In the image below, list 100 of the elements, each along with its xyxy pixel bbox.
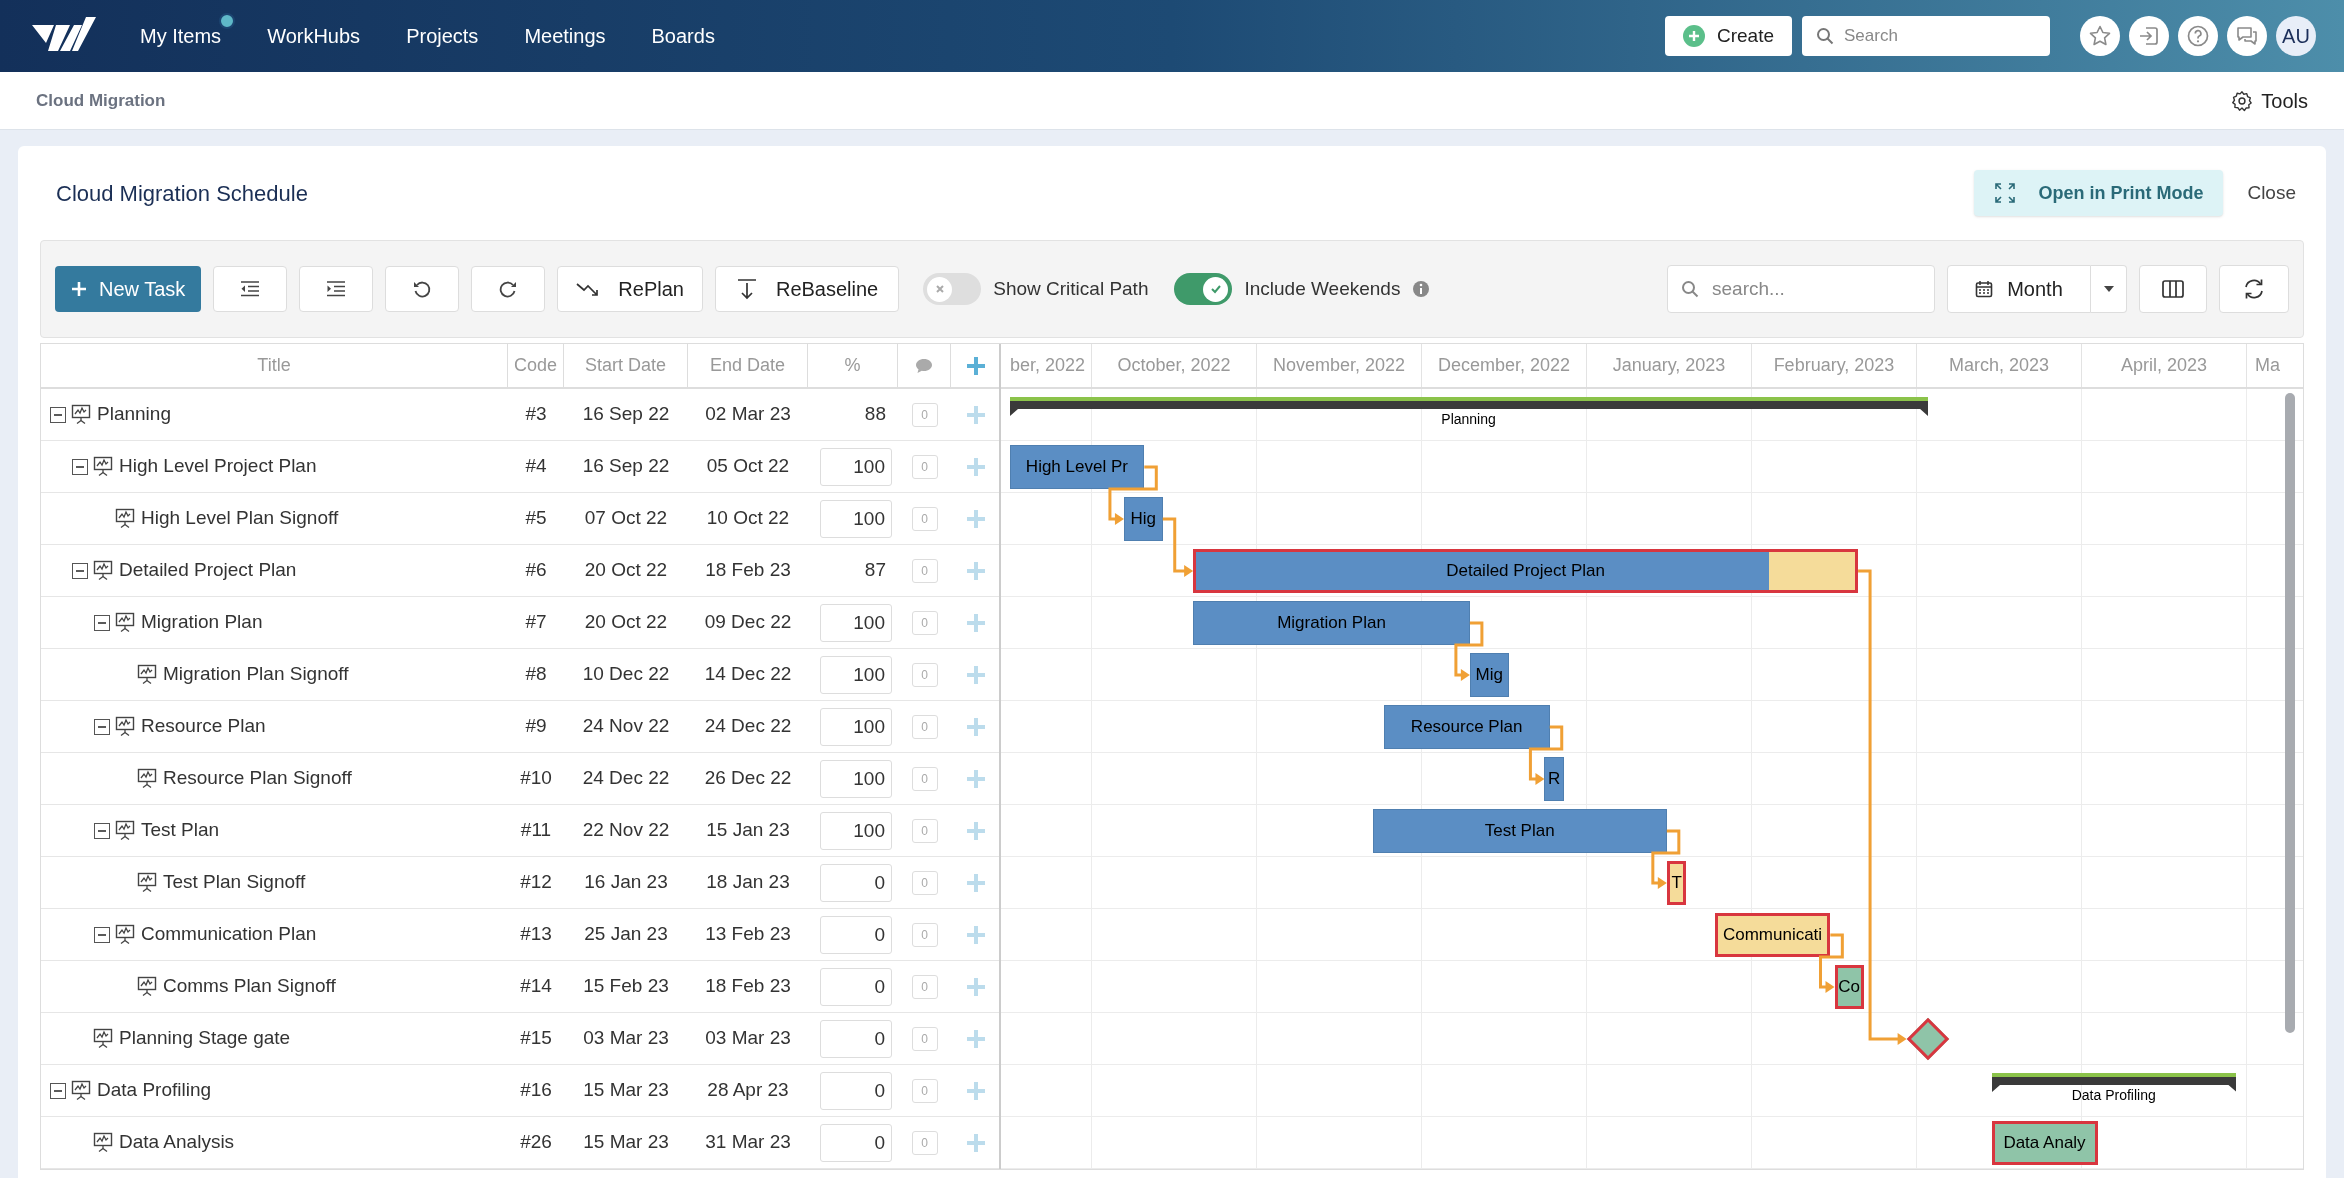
percent-field[interactable]: 100 [820, 759, 892, 798]
percent-field[interactable]: 100 [820, 655, 892, 694]
refresh-icon [2242, 278, 2266, 300]
task-title[interactable]: Data Analysis [119, 1128, 235, 1157]
print-mode-button[interactable]: Open in Print Mode [1974, 170, 2224, 216]
help-icon[interactable] [2178, 16, 2218, 56]
search-field[interactable]: search... [1667, 265, 1935, 313]
task-bar[interactable]: T [1666, 861, 1687, 905]
percent-field[interactable]: 100 [820, 603, 892, 642]
toggle-switch[interactable] [923, 273, 982, 305]
indent-button[interactable] [299, 266, 374, 312]
check-icon [1209, 283, 1222, 295]
percent-field[interactable]: 100 [820, 811, 892, 850]
task-bar[interactable]: Data Analy [1991, 1121, 2098, 1165]
task-bar[interactable]: Co [1834, 965, 1864, 1009]
task-title[interactable]: High Level Project Plan [119, 452, 317, 481]
nav-link[interactable]: Projects [406, 25, 479, 47]
rebaseline-button[interactable]: ReBaseline [714, 266, 900, 312]
task-bar[interactable]: Mig [1469, 653, 1509, 697]
percent-field[interactable]: 100 [820, 707, 892, 746]
breadcrumb-text[interactable]: Cloud Migration [36, 87, 166, 114]
collapse-icon[interactable] [50, 1082, 66, 1099]
bar-label: T [1671, 872, 1682, 895]
undo-button[interactable] [385, 266, 460, 312]
collapse-icon[interactable] [72, 562, 88, 579]
toggle-switch[interactable] [1174, 273, 1233, 305]
redo-button[interactable] [471, 266, 546, 312]
task-title[interactable]: Communication Plan [141, 920, 317, 949]
nav-link[interactable]: My Items [140, 25, 222, 47]
summary-label: Planning [1441, 410, 1496, 429]
task-title[interactable]: Planning Stage gate [119, 1024, 291, 1053]
collapse-icon[interactable] [94, 926, 110, 943]
user-avatar[interactable]: AU [2276, 16, 2316, 56]
add-icon[interactable] [965, 354, 987, 377]
task-title[interactable]: Test Plan [141, 816, 220, 845]
collapse-icon[interactable] [94, 718, 110, 735]
task-title[interactable]: Resource Plan [141, 712, 266, 741]
bar-label: Co [1838, 976, 1860, 999]
nav-link[interactable]: WorkHubs [267, 25, 361, 47]
task-title[interactable]: Detailed Project Plan [119, 556, 297, 585]
search-field[interactable]: Search [1802, 16, 2050, 56]
collapse-icon[interactable] [50, 406, 66, 423]
task-bar[interactable]: Hig [1123, 497, 1163, 541]
percent-field[interactable]: 0 [820, 915, 892, 954]
tools-button[interactable]: Tools [2231, 85, 2308, 116]
comment-icon [915, 357, 933, 374]
refresh-button[interactable] [2219, 265, 2289, 313]
task-bar[interactable]: Detailed Project Plan [1193, 549, 1859, 593]
end-date: 09 Dec 22 [704, 610, 792, 635]
sign-in-icon[interactable] [2129, 16, 2169, 56]
outdent-button[interactable] [213, 266, 288, 312]
collapse-icon[interactable] [94, 614, 110, 631]
info-icon[interactable] [1412, 280, 1431, 298]
nav-link[interactable]: Boards [651, 25, 715, 47]
collapse-icon[interactable] [94, 822, 110, 839]
task-title[interactable]: Data Profiling [97, 1076, 212, 1105]
percent-field[interactable]: 0 [820, 1071, 892, 1110]
percent-field[interactable]: 100 [820, 447, 892, 486]
percent-field[interactable]: 0 [820, 863, 892, 902]
collapse-icon[interactable] [72, 458, 88, 475]
start-date: 16 Sep 22 [582, 454, 670, 479]
task-bar[interactable]: High Level Pr [1009, 445, 1145, 489]
task-bar[interactable]: Test Plan [1372, 809, 1667, 853]
task-code: #3 [525, 402, 547, 427]
task-title[interactable]: High Level Plan Signoff [141, 504, 339, 533]
task-title[interactable]: Planning [97, 400, 171, 429]
start-date: 10 Dec 22 [582, 662, 670, 687]
task-chart-icon [115, 508, 135, 529]
start-date: 03 Mar 23 [583, 1026, 669, 1051]
task-bar[interactable]: Communicati [1714, 913, 1831, 957]
close-button[interactable]: Close [2247, 178, 2296, 208]
percent-field[interactable]: 0 [820, 967, 892, 1006]
percent-field[interactable]: 0 [820, 1019, 892, 1058]
nav-link[interactable]: Meetings [524, 25, 606, 47]
create-button[interactable]: Create [1664, 16, 1792, 56]
task-chart-icon [115, 924, 135, 945]
search-icon [1816, 27, 1834, 45]
percent-value: 87 [864, 558, 887, 583]
end-date: 18 Jan 23 [706, 870, 790, 895]
percent-field[interactable]: 100 [820, 499, 892, 538]
plus-icon [71, 281, 87, 297]
end-date: 24 Dec 22 [704, 714, 792, 739]
end-date: 13 Feb 23 [705, 922, 791, 947]
task-title[interactable]: Resource Plan Signoff [163, 764, 352, 793]
toggle-label: Show Critical Path [993, 276, 1149, 301]
scrollbar-thumb[interactable] [2285, 393, 2295, 1033]
task-title[interactable]: Migration Plan Signoff [163, 660, 349, 689]
replan-button[interactable]: RePlan [557, 266, 703, 312]
month-label: November, 2022 [1272, 354, 1406, 377]
task-bar[interactable]: Migration Plan [1193, 601, 1470, 645]
view-select[interactable]: Month [1947, 265, 2091, 313]
task-title[interactable]: Comms Plan Signoff [163, 972, 336, 1001]
task-title[interactable]: Test Plan Signoff [163, 868, 306, 897]
percent-field[interactable]: 0 [820, 1123, 892, 1162]
chat-icon[interactable] [2227, 16, 2267, 56]
task-bar[interactable]: Resource Plan [1383, 705, 1550, 749]
task-bar[interactable]: R [1544, 757, 1564, 801]
task-title[interactable]: Migration Plan [141, 608, 263, 637]
new-task-button[interactable]: New Task [55, 266, 202, 312]
columns-button[interactable] [2139, 265, 2207, 313]
